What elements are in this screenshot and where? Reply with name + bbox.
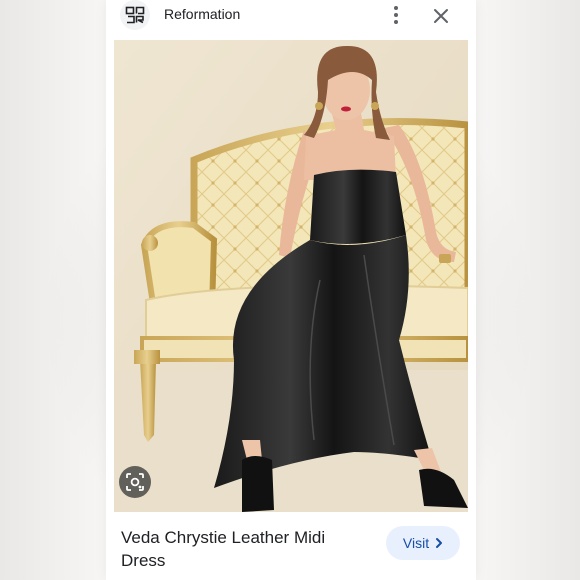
product-title[interactable]: Veda Chrystie Leather Midi Dress [121,526,351,572]
visit-button-label: Visit [402,535,430,551]
site-name[interactable]: Reformation [164,6,240,22]
image-preview-sheet: Reformation Veda Chrystie Leather Midi D… [106,0,476,580]
preview-header: Reformation [106,0,476,34]
close-icon[interactable] [430,5,452,27]
page: Reformation Veda Chrystie Leather Midi D… [0,0,580,580]
reformation-logo-icon[interactable] [120,0,150,30]
visit-button[interactable]: Visit [386,526,460,560]
product-image[interactable] [114,40,468,512]
chevron-right-icon [436,538,443,548]
lens-search-icon[interactable] [119,466,151,498]
more-vert-icon[interactable] [386,4,406,26]
